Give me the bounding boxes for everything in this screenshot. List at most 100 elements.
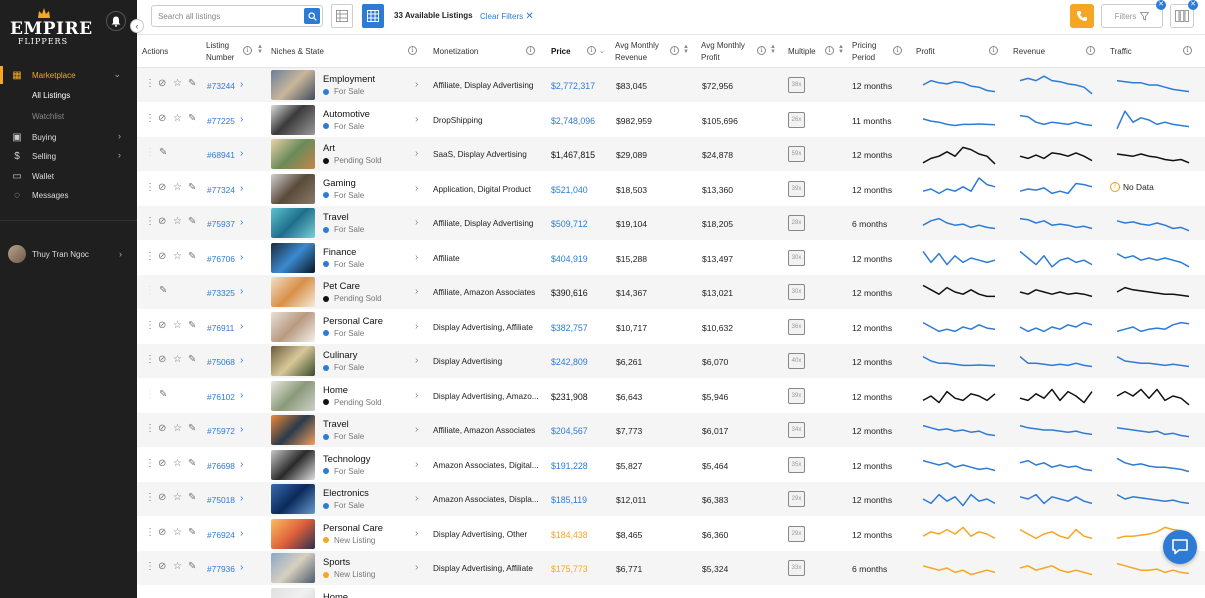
table-row[interactable]: ⋮ ⊘ ☆ ✎ #77225 › Automotive For Sale › DropShippi…: [137, 103, 1205, 137]
table-row[interactable]: ⋮ ⊘ ☆ ✎ #75018 › Electronics For Sale › Amazon As…: [137, 482, 1205, 517]
nav-marketplace[interactable]: ▦ Marketplace ⌄: [0, 66, 137, 84]
info-icon[interactable]: i: [670, 46, 679, 55]
nav-selling[interactable]: $ Selling ›: [0, 147, 137, 165]
star-icon[interactable]: ☆: [173, 458, 182, 469]
info-icon[interactable]: i: [893, 46, 902, 55]
chevron-right-icon[interactable]: ›: [415, 562, 418, 573]
table-row[interactable]: ⋮ ✎ #73325 › Pet Care Pending Sold › Affiliate,…: [137, 275, 1205, 310]
chevron-right-icon[interactable]: ›: [415, 321, 418, 332]
search-input[interactable]: [158, 9, 298, 23]
chevron-right-icon[interactable]: ›: [415, 252, 418, 263]
chevron-right-icon[interactable]: ›: [415, 286, 418, 297]
info-icon[interactable]: i: [825, 46, 834, 55]
watch-icon[interactable]: ⊘: [158, 113, 166, 124]
listing-thumbnail[interactable]: [271, 173, 315, 204]
edit-note-icon[interactable]: ✎: [188, 493, 196, 503]
watch-icon[interactable]: ⊘: [158, 320, 166, 331]
listing-number-link[interactable]: #76706: [207, 254, 235, 264]
listing-thumbnail[interactable]: [271, 139, 315, 169]
watch-icon[interactable]: ⊘: [158, 182, 166, 193]
more-options-icon[interactable]: ⋮: [145, 113, 155, 124]
chevron-right-icon[interactable]: ›: [240, 286, 243, 297]
watch-icon[interactable]: ⊘: [158, 355, 166, 365]
col-avg-monthly-profit[interactable]: Avg Monthly Profit: [701, 35, 757, 69]
table-row[interactable]: ⋮ ⊘ ☆ ✎ #75068 › Culinary For Sale › Display Adve…: [137, 344, 1205, 379]
table-row[interactable]: ⋮ ⊘ ☆ ✎ #76698 › Technology For Sale › Amazon Ass…: [137, 448, 1205, 482]
chevron-right-icon[interactable]: ›: [415, 528, 418, 539]
listing-thumbnail[interactable]: [271, 208, 315, 238]
more-options-icon[interactable]: ⋮: [145, 251, 155, 262]
collapse-sidebar-button[interactable]: ‹: [130, 19, 144, 33]
chevron-right-icon[interactable]: ›: [240, 217, 243, 228]
chevron-right-icon[interactable]: ›: [240, 562, 243, 573]
listing-number-link[interactable]: #77324: [207, 185, 235, 195]
info-icon[interactable]: i: [989, 46, 998, 55]
nav-buying[interactable]: ▣ Buying ›: [0, 128, 137, 146]
chevron-right-icon[interactable]: ›: [415, 493, 418, 504]
listing-number-link[interactable]: #77225: [207, 116, 235, 126]
chevron-right-icon[interactable]: ›: [240, 148, 243, 159]
chevron-right-icon[interactable]: ›: [415, 114, 418, 125]
edit-note-icon[interactable]: ✎: [188, 79, 196, 89]
nav-watchlist[interactable]: Watchlist: [32, 112, 64, 121]
nav-messages[interactable]: ◌ Messages: [0, 186, 137, 204]
table-row[interactable]: ⋮ ⊘ ☆ ✎ #77936 › Sports New Listing › Display Adv…: [137, 551, 1205, 586]
edit-note-icon[interactable]: ✎: [159, 389, 167, 400]
listing-number-link[interactable]: #76911: [207, 323, 234, 333]
user-profile[interactable]: Thuy Tran Ngoc ›: [8, 244, 132, 264]
chevron-right-icon[interactable]: ›: [415, 390, 418, 401]
edit-note-icon[interactable]: ✎: [188, 251, 196, 262]
edit-note-icon[interactable]: ✎: [159, 286, 167, 296]
listing-thumbnail[interactable]: [271, 104, 315, 135]
clear-filters-badge[interactable]: ✕: [1156, 0, 1166, 10]
edit-note-icon[interactable]: ✎: [188, 182, 196, 193]
chevron-right-icon[interactable]: ›: [415, 79, 418, 90]
table-row[interactable]: ⋮ ⊘ ☆ ✎ #75937 › Travel For Sale › Affiliate, Dis…: [137, 206, 1205, 241]
chevron-right-icon[interactable]: ›: [240, 355, 243, 366]
info-icon[interactable]: i: [243, 46, 252, 55]
more-options-icon[interactable]: ⋮: [145, 320, 155, 331]
info-icon[interactable]: i: [408, 46, 417, 55]
listing-thumbnail[interactable]: [271, 553, 315, 583]
listing-thumbnail[interactable]: [271, 380, 315, 411]
star-icon[interactable]: ☆: [173, 251, 182, 262]
chevron-right-icon[interactable]: ›: [240, 252, 243, 263]
search-button[interactable]: [304, 8, 320, 24]
listing-thumbnail[interactable]: [271, 242, 315, 273]
listing-number-link[interactable]: #75972: [207, 426, 235, 436]
chevron-right-icon[interactable]: ›: [240, 79, 243, 90]
table-row[interactable]: ⋮ ⊘ ☆ ✎ #76911 › Personal Care For Sale › Display…: [137, 310, 1205, 344]
sort-icon[interactable]: ▲ ▼: [770, 44, 776, 55]
sort-icon[interactable]: ▲ ▼: [257, 44, 263, 55]
chevron-right-icon[interactable]: ›: [240, 183, 243, 194]
star-icon[interactable]: ☆: [173, 562, 182, 572]
listing-number-link[interactable]: #75018: [207, 495, 235, 505]
chevron-right-icon[interactable]: ›: [415, 148, 418, 159]
chevron-right-icon[interactable]: ›: [240, 114, 243, 125]
listing-number-link[interactable]: #76102: [207, 392, 235, 402]
listing-thumbnail[interactable]: [271, 484, 315, 514]
listing-number-link[interactable]: #77936: [207, 564, 235, 574]
chevron-right-icon[interactable]: ›: [240, 424, 243, 435]
listing-thumbnail[interactable]: [271, 415, 315, 445]
table-row[interactable]: ⋮ ⊘ ☆ ✎ #73244 › Employment For Sale › Affiliate,…: [137, 68, 1205, 103]
more-options-icon[interactable]: ⋮: [145, 217, 155, 227]
chevron-right-icon[interactable]: ›: [240, 459, 243, 470]
edit-note-icon[interactable]: ✎: [159, 148, 167, 158]
table-row[interactable]: ⋮ ✎ #68941 › Art Pending Sold › SaaS, Display A…: [137, 137, 1205, 172]
watch-icon[interactable]: ⊘: [158, 493, 166, 503]
col-monetization[interactable]: Monetization: [433, 35, 478, 69]
edit-note-icon[interactable]: ✎: [188, 355, 196, 365]
col-niches-state[interactable]: Niches & State: [271, 35, 324, 69]
more-options-icon[interactable]: ⋮: [145, 79, 155, 89]
star-icon[interactable]: ☆: [173, 182, 182, 193]
grid-view-button[interactable]: [362, 4, 384, 28]
live-chat-button[interactable]: [1163, 530, 1197, 564]
listing-number-link[interactable]: #73325: [207, 288, 235, 298]
listing-number-link[interactable]: #68941: [207, 150, 235, 160]
col-multiple[interactable]: Multiple: [788, 35, 816, 69]
more-options-icon[interactable]: ⋮: [145, 527, 155, 538]
listing-number-link[interactable]: #76924: [207, 530, 235, 540]
watch-icon[interactable]: ⊘: [158, 424, 166, 434]
edit-note-icon[interactable]: ✎: [188, 113, 196, 124]
